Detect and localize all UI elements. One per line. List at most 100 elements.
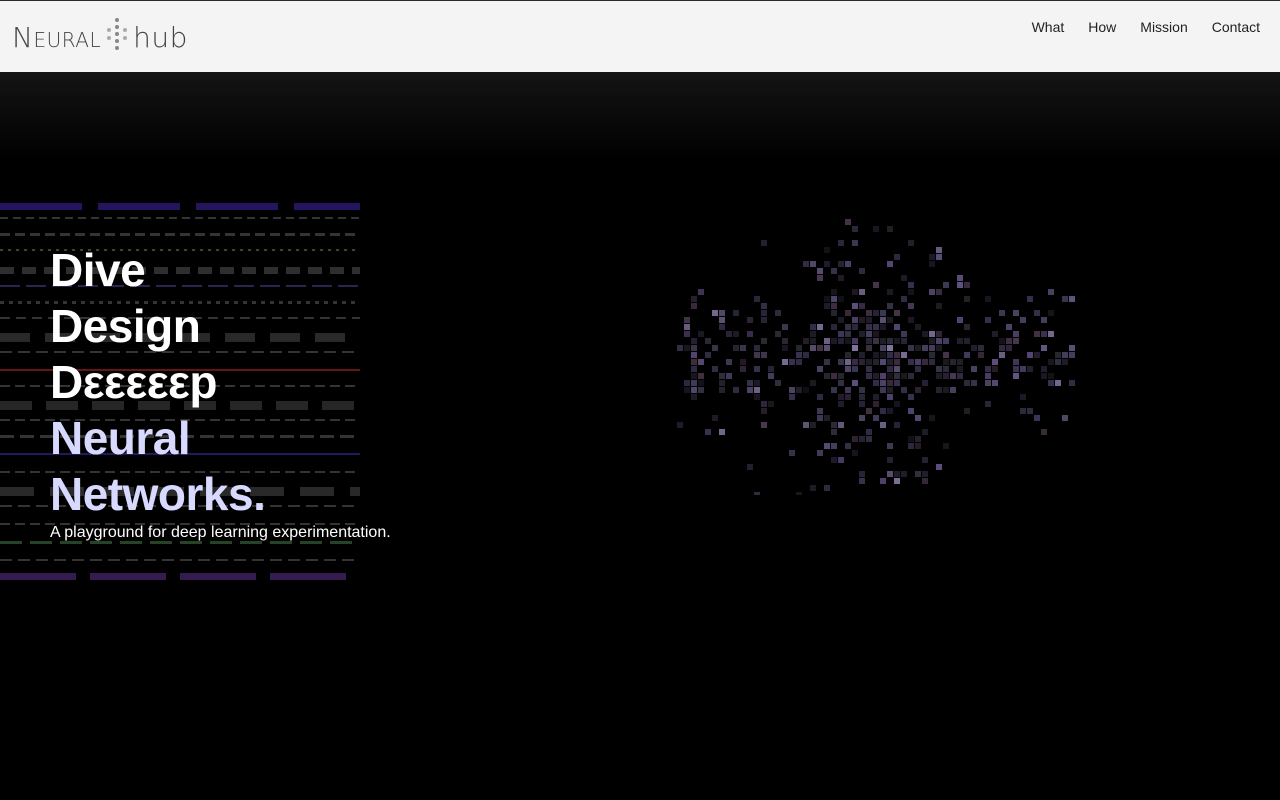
viz-pixel (761, 422, 767, 428)
viz-pixel (831, 289, 837, 295)
viz-pixel (866, 310, 872, 316)
viz-pixel (887, 394, 893, 400)
viz-pixel (1048, 359, 1054, 365)
viz-pixel (887, 359, 893, 365)
viz-pixel (901, 471, 907, 477)
viz-pixel (873, 282, 879, 288)
viz-pixel (894, 359, 900, 365)
viz-pixel (726, 331, 732, 337)
viz-pixel (1013, 310, 1019, 316)
viz-pixel (831, 296, 837, 302)
nav-link-how[interactable]: How (1088, 19, 1116, 39)
viz-pixel (1006, 324, 1012, 330)
viz-pixel (719, 429, 725, 435)
viz-pixel (1020, 408, 1026, 414)
viz-pixel (789, 450, 795, 456)
viz-pixel (852, 317, 858, 323)
viz-pixel (789, 387, 795, 393)
viz-pixel (936, 373, 942, 379)
site-header: Neural hub What How Mission Contact (0, 1, 1280, 72)
viz-pixel (740, 345, 746, 351)
viz-pixel (684, 331, 690, 337)
viz-pixel (796, 352, 802, 358)
viz-pixel (859, 478, 865, 484)
viz-pixel (1013, 331, 1019, 337)
viz-pixel (929, 352, 935, 358)
viz-pixel (887, 387, 893, 393)
viz-pixel (894, 352, 900, 358)
viz-pixel (838, 317, 844, 323)
viz-pixel (985, 296, 991, 302)
viz-pixel (964, 352, 970, 358)
viz-pixel (866, 345, 872, 351)
viz-pixel (943, 366, 949, 372)
viz-pixel (1069, 296, 1075, 302)
viz-pixel (922, 359, 928, 365)
viz-pixel (1069, 380, 1075, 386)
viz-pixel (908, 394, 914, 400)
viz-pixel (845, 338, 851, 344)
viz-pixel (936, 247, 942, 253)
viz-pixel (845, 387, 851, 393)
viz-pixel (684, 345, 690, 351)
viz-pixel (957, 366, 963, 372)
viz-pixel (803, 387, 809, 393)
viz-pixel (873, 394, 879, 400)
viz-pixel (908, 359, 914, 365)
viz-pixel (964, 296, 970, 302)
viz-pixel (957, 282, 963, 288)
headline-line-design: Design (50, 300, 201, 352)
viz-pixel (957, 338, 963, 344)
viz-pixel (691, 359, 697, 365)
viz-pixel (754, 380, 760, 386)
nav-link-mission[interactable]: Mission (1140, 19, 1187, 39)
viz-pixel (691, 338, 697, 344)
viz-pixel (831, 429, 837, 435)
viz-pixel (831, 422, 837, 428)
viz-pixel (887, 317, 893, 323)
viz-pixel (761, 338, 767, 344)
viz-pixel (908, 303, 914, 309)
viz-pixel (950, 373, 956, 379)
viz-pixel (691, 380, 697, 386)
viz-pixel (1048, 331, 1054, 337)
viz-pixel (761, 310, 767, 316)
viz-pixel (754, 345, 760, 351)
viz-pixel (915, 324, 921, 330)
viz-pixel (880, 408, 886, 414)
viz-pixel (908, 317, 914, 323)
viz-pixel (712, 366, 718, 372)
viz-pixel (901, 352, 907, 358)
neural-network-visualization (677, 219, 1075, 495)
nav-link-what[interactable]: What (1032, 19, 1065, 39)
viz-pixel (985, 380, 991, 386)
logo[interactable]: Neural hub (12, 17, 188, 55)
headline-line-networks: Networks. (50, 468, 266, 520)
viz-pixel (873, 226, 879, 232)
viz-pixel (964, 338, 970, 344)
stripe-row (0, 203, 360, 210)
viz-pixel (740, 359, 746, 365)
viz-pixel (922, 457, 928, 463)
viz-pixel (901, 338, 907, 344)
viz-pixel (866, 429, 872, 435)
nav-link-contact[interactable]: Contact (1212, 19, 1260, 39)
viz-pixel (1055, 380, 1061, 386)
viz-pixel (859, 436, 865, 442)
viz-pixel (908, 240, 914, 246)
viz-pixel (859, 268, 865, 274)
viz-pixel (1041, 429, 1047, 435)
viz-pixel (1034, 352, 1040, 358)
viz-pixel (866, 373, 872, 379)
viz-pixel (999, 352, 1005, 358)
viz-pixel (838, 275, 844, 281)
viz-pixel (1041, 366, 1047, 372)
viz-pixel (929, 415, 935, 421)
viz-pixel (1069, 345, 1075, 351)
viz-pixel (964, 282, 970, 288)
viz-pixel (768, 373, 774, 379)
viz-pixel (705, 352, 711, 358)
viz-pixel (824, 345, 830, 351)
viz-pixel (922, 380, 928, 386)
hero-headline: Dive Design Dεεεεεp Neural Networks. (50, 242, 266, 522)
